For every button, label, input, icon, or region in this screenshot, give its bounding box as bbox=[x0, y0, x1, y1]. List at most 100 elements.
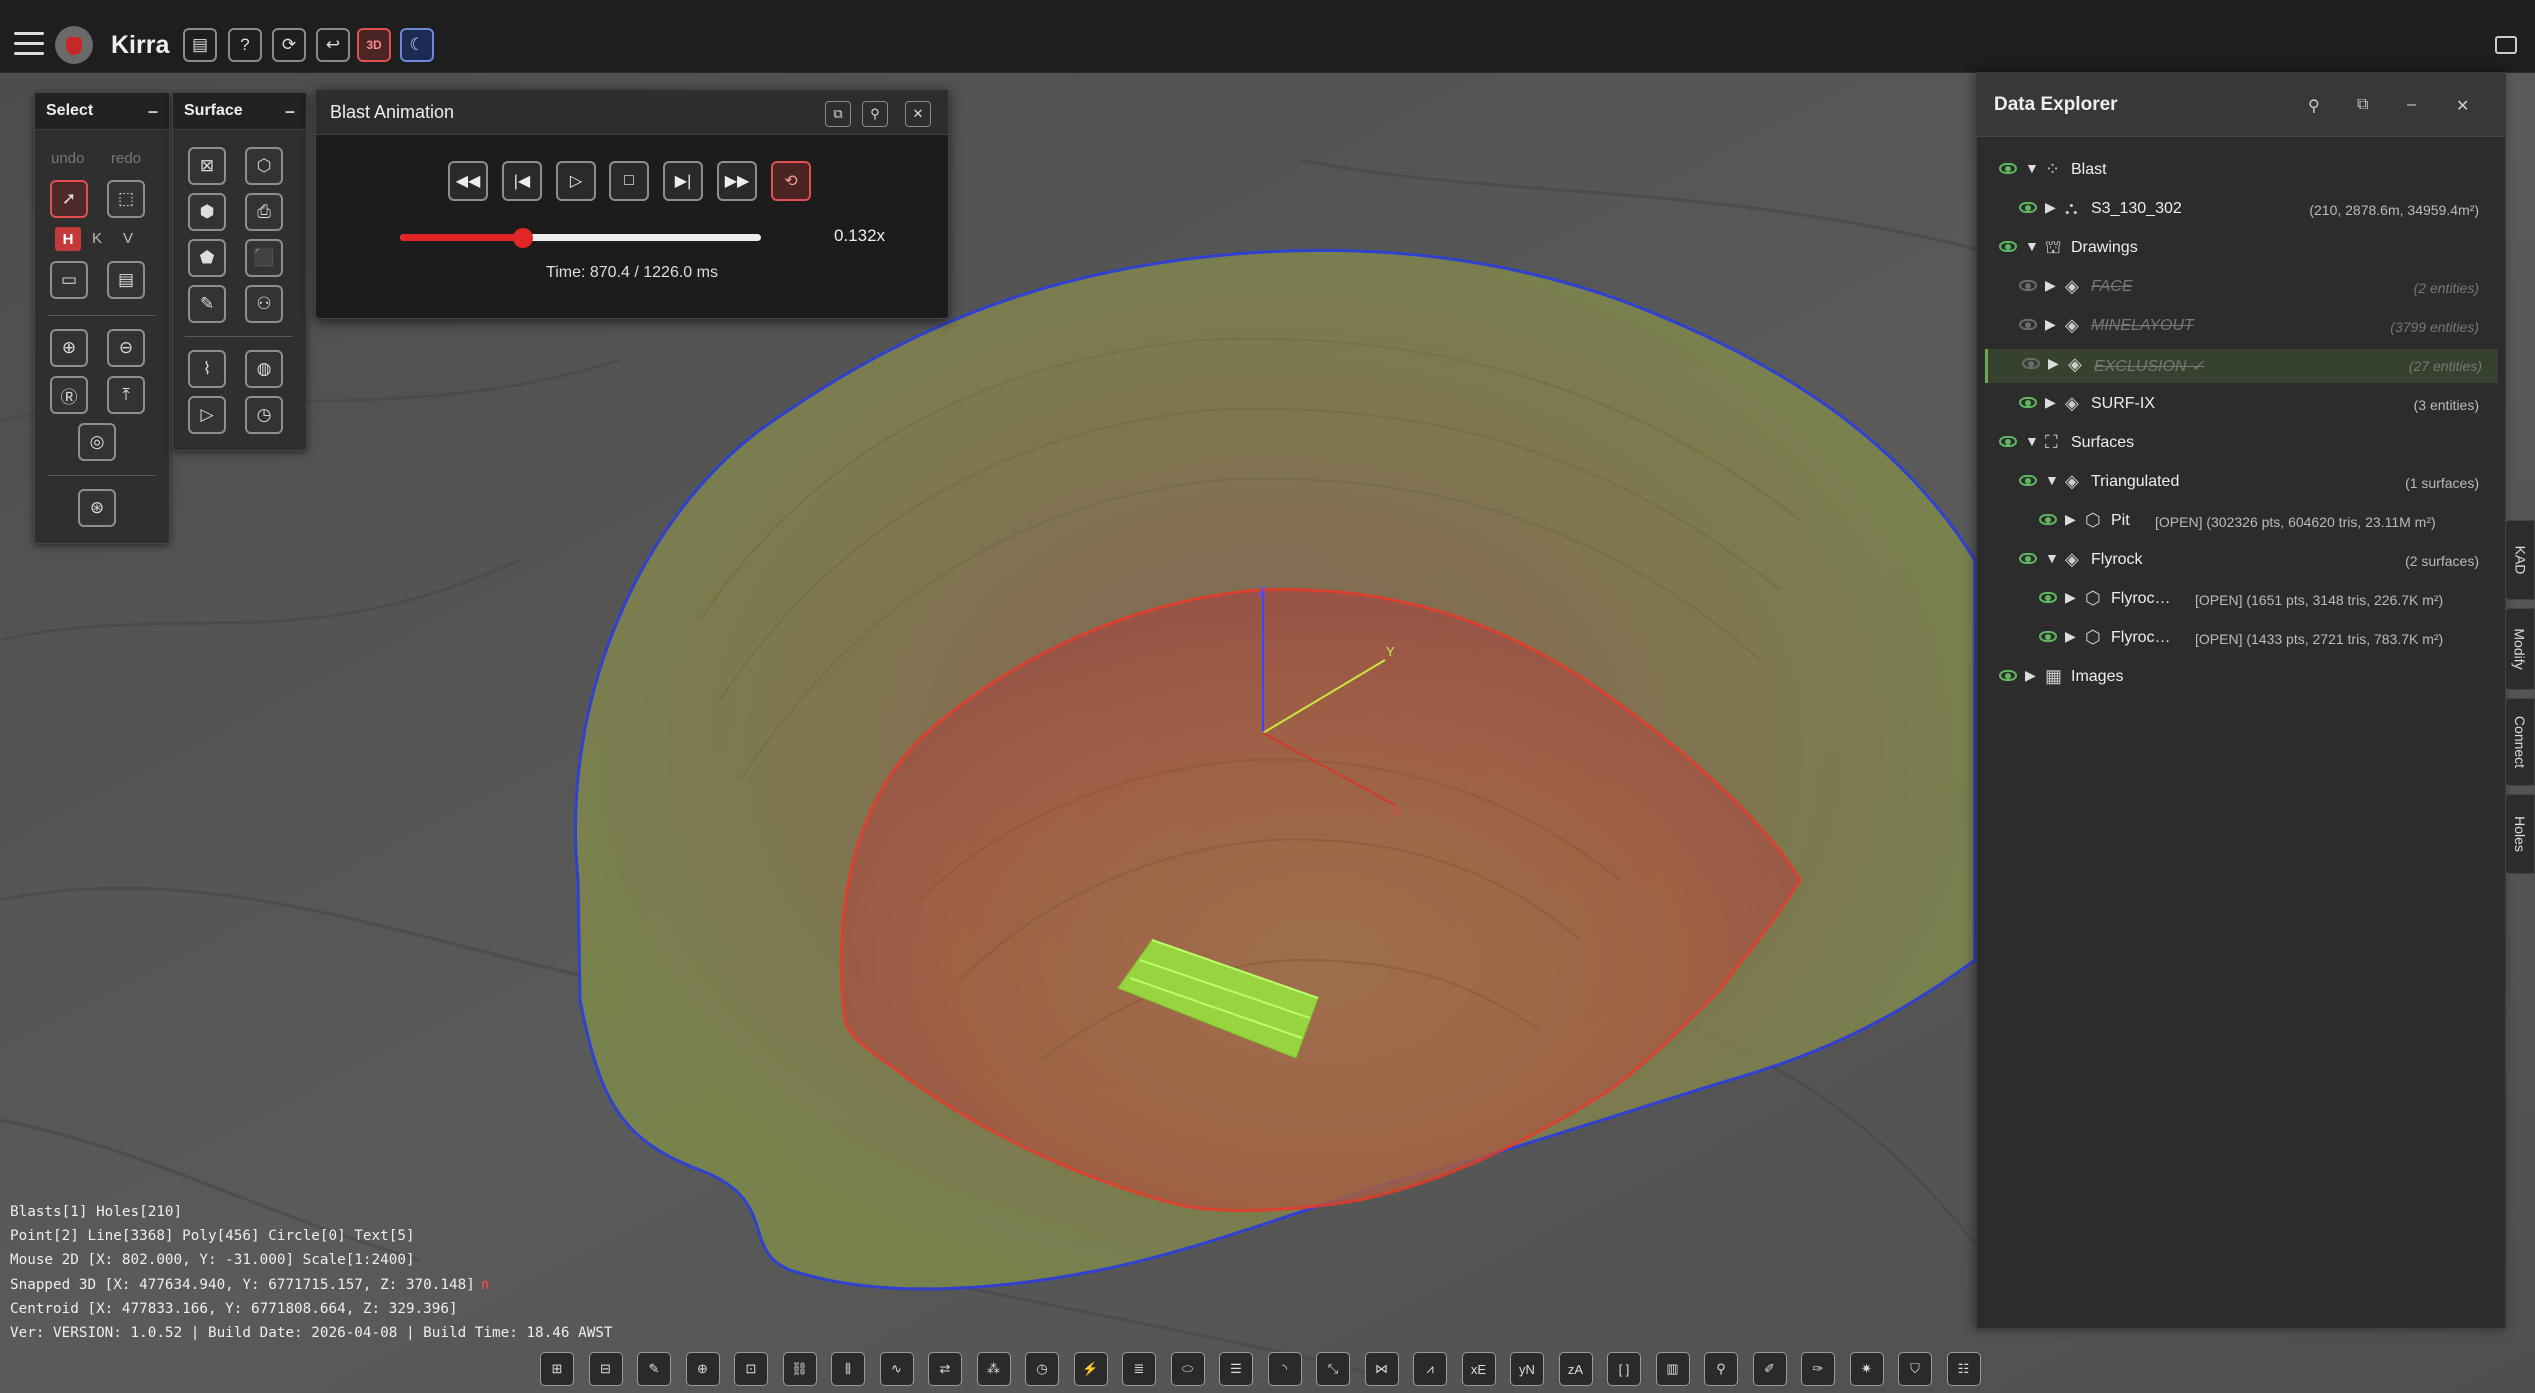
tab-connect[interactable]: Connect bbox=[2505, 698, 2535, 786]
target-icon[interactable]: ◎ bbox=[78, 423, 116, 461]
chevron-down-icon[interactable]: ▼ bbox=[2025, 160, 2039, 176]
upload-icon[interactable]: ⤒ bbox=[107, 376, 145, 414]
k-toggle[interactable]: K bbox=[92, 230, 102, 247]
restore-icon[interactable]: ⧉ bbox=[825, 101, 851, 127]
zoom-out-icon[interactable]: ⊖ bbox=[107, 329, 145, 367]
tool-charge-icon[interactable]: ⚡ bbox=[1073, 1352, 1108, 1386]
rewind-icon[interactable]: ◀◀ bbox=[448, 161, 488, 201]
magnet-icon[interactable]: ∩ bbox=[481, 1277, 490, 1293]
tool-connect-icon[interactable]: ⤡ bbox=[1316, 1352, 1350, 1386]
visibility-eye-icon[interactable] bbox=[1999, 241, 2017, 252]
tree-row[interactable]: ▼ ◈ Flyrock (2 surfaces) bbox=[1985, 544, 2495, 578]
skip-forward-icon[interactable]: ▶| bbox=[663, 161, 703, 201]
playback-slider[interactable] bbox=[400, 228, 761, 248]
refresh-icon[interactable]: ⟳ bbox=[272, 28, 306, 62]
surface-solid-icon[interactable]: ⬡ bbox=[245, 147, 283, 185]
hidden-eye-icon[interactable] bbox=[2019, 280, 2037, 291]
close-icon[interactable]: ✕ bbox=[2456, 96, 2469, 116]
tool-path-icon[interactable]: ∿ bbox=[879, 1352, 914, 1386]
v-toggle[interactable]: V bbox=[123, 230, 133, 247]
tool-cylinder-icon[interactable]: ⬭ bbox=[1170, 1352, 1205, 1386]
tree-row[interactable]: ▶ ◈ SURF-IX (3 entities) bbox=[1985, 388, 2495, 422]
tool-deck-icon[interactable]: ≣ bbox=[1122, 1352, 1156, 1386]
h-toggle[interactable]: H bbox=[55, 227, 81, 251]
surface-print-icon[interactable]: ⎙ bbox=[245, 193, 283, 231]
tree-row[interactable]: ▶ ◈ MINELAYOUT (3799 entities) bbox=[1985, 310, 2495, 344]
skip-back-icon[interactable]: |◀ bbox=[502, 161, 542, 201]
tab-kad[interactable]: KAD bbox=[2505, 520, 2535, 600]
hidden-eye-icon[interactable] bbox=[2022, 358, 2040, 369]
chevron-down-icon[interactable]: ▼ bbox=[2045, 550, 2059, 566]
dialog-header[interactable]: Blast Animation bbox=[316, 90, 948, 135]
tool-link-icon[interactable]: ⛓ bbox=[782, 1352, 817, 1386]
play-icon[interactable]: ▷ bbox=[556, 161, 596, 201]
tree-row[interactable]: ▼ ◈ Triangulated (1 surfaces) bbox=[1985, 466, 2495, 500]
close-icon[interactable]: ✕ bbox=[905, 101, 931, 127]
tool-row-icon[interactable]: ⊟ bbox=[588, 1352, 623, 1386]
measure-ruler-icon[interactable]: ▭ bbox=[50, 261, 88, 299]
tool-pen-icon[interactable]: ✐ bbox=[1752, 1352, 1787, 1386]
tree-row[interactable]: ▶ ⬡ Flyroc… [OPEN] (1651 pts, 3148 tris, 22… bbox=[1985, 583, 2495, 617]
surface-mesh-icon[interactable]: ⬢ bbox=[188, 193, 226, 231]
tool-network-icon[interactable]: ⋈ bbox=[1364, 1352, 1399, 1386]
tool-timer-icon[interactable]: ◷ bbox=[1025, 1352, 1059, 1386]
surface-clock-icon[interactable]: ◷ bbox=[245, 396, 283, 434]
surface-boundary-icon[interactable]: ⊠ bbox=[188, 147, 226, 185]
tool-star-icon[interactable]: ✷ bbox=[1849, 1352, 1884, 1386]
surface-link-icon[interactable]: ⚇ bbox=[245, 285, 283, 323]
pin-icon[interactable]: ⚲ bbox=[2308, 96, 2320, 116]
tab-modify[interactable]: Modify bbox=[2505, 608, 2535, 690]
undo-arrow-icon[interactable]: ↩ bbox=[316, 28, 350, 62]
tree-row[interactable]: ▼ ⛶ Surfaces bbox=[1985, 427, 2495, 461]
chevron-right-icon[interactable]: ▶ bbox=[2065, 511, 2076, 528]
fast-forward-icon[interactable]: ▶▶ bbox=[717, 161, 757, 201]
tool-pattern-icon[interactable]: ⁂ bbox=[976, 1352, 1011, 1386]
surface-shape-icon[interactable]: ⬟ bbox=[188, 239, 226, 277]
globe-settings-icon[interactable]: ⊛ bbox=[78, 489, 116, 527]
tool-grid-icon[interactable]: ⊡ bbox=[734, 1352, 768, 1386]
surface-panel-header[interactable]: Surface – bbox=[173, 93, 306, 130]
tree-row[interactable]: ▼ ⁘ Blast bbox=[1985, 154, 2495, 188]
pin-icon[interactable]: ⚲ bbox=[862, 101, 888, 127]
tool-ymn-icon[interactable]: yN bbox=[1510, 1352, 1544, 1386]
chevron-right-icon[interactable]: ▶ bbox=[2045, 277, 2056, 294]
slider-thumb[interactable] bbox=[512, 228, 533, 248]
hidden-eye-icon[interactable] bbox=[2019, 319, 2037, 330]
book-icon[interactable]: ▤ bbox=[183, 28, 217, 62]
reset-view-icon[interactable]: Ⓡ bbox=[50, 376, 88, 414]
chevron-down-icon[interactable]: ▼ bbox=[2025, 433, 2039, 449]
visibility-eye-icon[interactable] bbox=[2039, 514, 2057, 525]
surface-graph-icon[interactable]: ⌇ bbox=[188, 350, 226, 388]
chevron-down-icon[interactable]: ▼ bbox=[2025, 238, 2039, 254]
surface-play-icon[interactable]: ▷ bbox=[188, 396, 226, 434]
panel-toggle-icon[interactable] bbox=[2495, 36, 2517, 54]
visibility-eye-icon[interactable] bbox=[2019, 553, 2037, 564]
visibility-eye-icon[interactable] bbox=[2039, 592, 2057, 603]
minimize-icon[interactable]: – bbox=[285, 101, 295, 122]
undo-label[interactable]: undo bbox=[51, 150, 84, 167]
visibility-eye-icon[interactable] bbox=[1999, 163, 2017, 174]
tree-row[interactable]: ▶ ⬡ Flyroc… [OPEN] (1433 pts, 2721 tris, 78… bbox=[1985, 622, 2495, 656]
visibility-eye-icon[interactable] bbox=[2019, 202, 2037, 213]
visibility-eye-icon[interactable] bbox=[2039, 631, 2057, 642]
tool-zigzag-icon[interactable]: ⩘ bbox=[1413, 1352, 1447, 1386]
tool-shield-icon[interactable]: ⛉ bbox=[1898, 1352, 1932, 1386]
chevron-right-icon[interactable]: ▶ bbox=[2065, 589, 2076, 606]
surface-edit-icon[interactable]: ✎ bbox=[188, 285, 226, 323]
minimize-icon[interactable]: – bbox=[2407, 96, 2416, 114]
tree-row[interactable]: ▶ ▦ Images bbox=[1985, 661, 2495, 695]
tree-row[interactable]: ▼ ⛫ Drawings bbox=[1985, 232, 2495, 266]
tool-zalt-icon[interactable]: zA bbox=[1558, 1352, 1593, 1386]
surface-box-icon[interactable]: ⬛ bbox=[245, 239, 283, 277]
tree-row[interactable]: ▶ ⛬ S3_130_302 (210, 2878.6m, 34959.4m²) bbox=[1985, 193, 2495, 227]
moon-icon[interactable]: ☾ bbox=[400, 28, 434, 62]
stop-icon[interactable]: □ bbox=[609, 161, 649, 201]
help-icon[interactable]: ? bbox=[228, 28, 262, 62]
minimize-icon[interactable]: – bbox=[148, 101, 158, 122]
select-polygon-icon[interactable]: ⬚ bbox=[107, 180, 145, 218]
tool-columns-icon[interactable]: ⫼ bbox=[831, 1352, 865, 1386]
chevron-right-icon[interactable]: ▶ bbox=[2048, 355, 2059, 372]
tool-edit-icon[interactable]: ✎ bbox=[637, 1352, 671, 1386]
loop-icon[interactable]: ⟲ bbox=[771, 161, 811, 201]
tool-hole-icon[interactable]: ⊞ bbox=[540, 1352, 574, 1386]
